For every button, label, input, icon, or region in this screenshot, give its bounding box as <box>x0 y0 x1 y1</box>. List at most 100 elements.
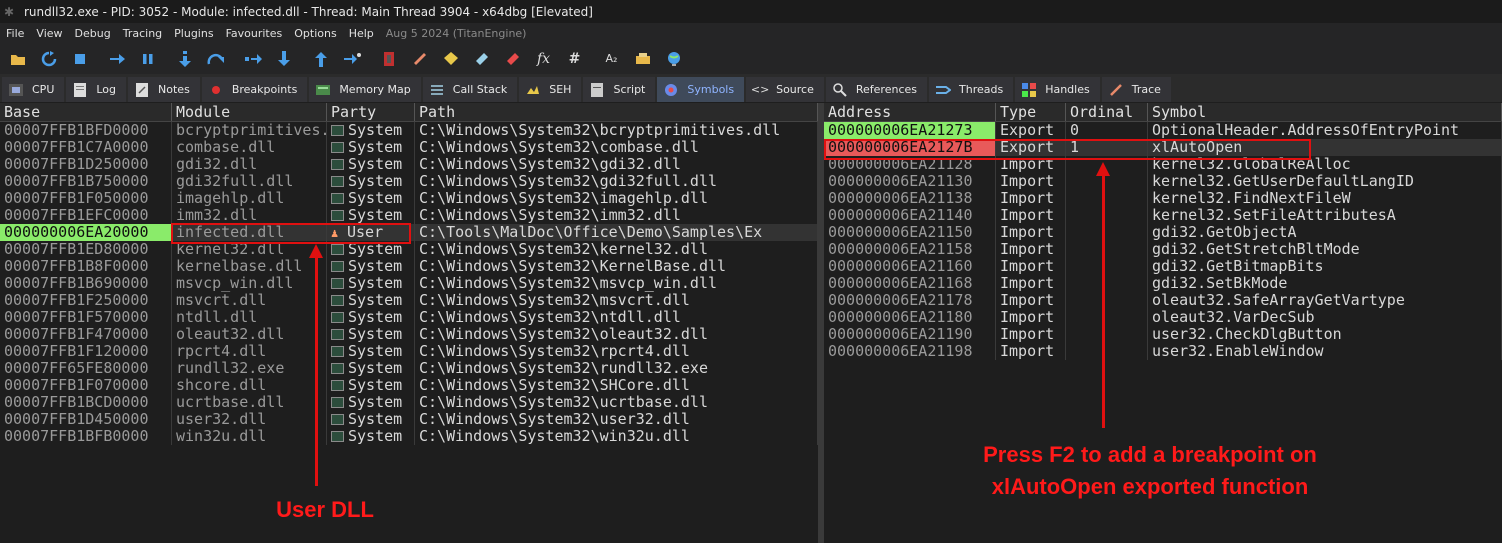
tab-handles[interactable]: Handles <box>1015 77 1100 102</box>
tab-notes[interactable]: Notes <box>128 77 200 102</box>
tab-call-stack[interactable]: Call Stack <box>422 77 518 102</box>
symbol-cell: OptionalHeader.AddressOfEntryPoint <box>1148 122 1502 139</box>
symbol-cell: gdi32.GetBitmapBits <box>1148 258 1502 275</box>
table-row[interactable]: 00007FFB1D450000 user32.dll System C:\Windo… <box>0 411 818 428</box>
table-row[interactable]: 00007FFB1B750000 gdi32full.dll System C:\Wi… <box>0 173 818 190</box>
symbol-row[interactable]: 000000006EA21198 Import user32.EnableWindo… <box>824 343 1502 360</box>
column-base[interactable]: Base <box>0 103 172 121</box>
tab-trace-label: Trace <box>1131 83 1161 96</box>
selected-table-row[interactable]: 000000006EA20000 infected.dll ♟ User C:\Tool… <box>0 224 818 241</box>
symbol-cell: kernel32.GlobalReAlloc <box>1148 156 1502 173</box>
menu-options[interactable]: Options <box>288 27 342 40</box>
menu-debug[interactable]: Debug <box>69 27 117 40</box>
column-module[interactable]: Module <box>172 103 327 121</box>
menu-favourites[interactable]: Favourites <box>220 27 289 40</box>
tab-breakpoints[interactable]: Breakpoints <box>201 77 308 102</box>
column-symbol[interactable]: Symbol <box>1148 103 1502 121</box>
execute-till-return-icon[interactable] <box>309 47 332 70</box>
table-row[interactable]: 00007FFB1BFD0000bcryptprimitives.dll Syst… <box>0 122 818 139</box>
table-row[interactable]: 00007FFB1BCD0000 ucrtbase.dll System C:\Win… <box>0 394 818 411</box>
menu-file[interactable]: File <box>0 27 30 40</box>
symbol-row[interactable]: 000000006EA21158 Import gdi32.GetStretchBl… <box>824 241 1502 258</box>
selected-symbol-row[interactable]: 000000006EA2127B Export 1 xlAutoOpen <box>824 139 1502 156</box>
globe-icon[interactable] <box>662 47 685 70</box>
column-type[interactable]: Type <box>996 103 1066 121</box>
column-path[interactable]: Path <box>415 103 818 121</box>
symbol-row[interactable]: 000000006EA21150 Import gdi32.GetObjectA <box>824 224 1502 241</box>
table-row[interactable]: 00007FFB1C7A0000 combase.dll System C:\Wind… <box>0 139 818 156</box>
tab-trace[interactable]: Trace <box>1101 77 1171 102</box>
run-icon[interactable] <box>105 47 128 70</box>
party-label: System <box>348 139 403 156</box>
tab-log[interactable]: Log <box>66 77 127 102</box>
symbol-row[interactable]: 000000006EA21138 Import kernel32.FindNextF… <box>824 190 1502 207</box>
run-to-user-code-icon[interactable] <box>340 47 363 70</box>
symbol-row[interactable]: 000000006EA21130 Import kernel32.GetUserDe… <box>824 173 1502 190</box>
menu-tracing[interactable]: Tracing <box>117 27 168 40</box>
build-info: Aug 5 2024 (TitanEngine) <box>385 26 527 40</box>
open-icon[interactable] <box>6 47 29 70</box>
table-row[interactable]: 00007FFB1F470000 oleaut32.dll System C:\Win… <box>0 326 818 343</box>
menu-view[interactable]: View <box>30 27 68 40</box>
patch-icon[interactable] <box>408 47 431 70</box>
memory-map-icon <box>315 83 331 97</box>
table-row[interactable]: 00007FFB1B690000 msvcp_win.dll System C:\Wi… <box>0 275 818 292</box>
symbol-row[interactable]: 000000006EA21190 Import user32.CheckDlgBut… <box>824 326 1502 343</box>
column-party[interactable]: Party <box>327 103 415 121</box>
symbol-row[interactable]: 000000006EA21273 Export 0 OptionalHeader.Ad… <box>824 122 1502 139</box>
symbol-row[interactable]: 000000006EA21180 Import oleaut32.VarDecSub <box>824 309 1502 326</box>
step-into-icon[interactable] <box>173 47 196 70</box>
stop-icon[interactable] <box>68 47 91 70</box>
strings-icon[interactable]: A₂ <box>600 47 623 70</box>
table-row[interactable]: 00007FFB1F250000 msvcrt.dll System C:\Windo… <box>0 292 818 309</box>
table-row[interactable]: 00007FFB1B8F0000 kernelbase.dll System C:\W… <box>0 258 818 275</box>
step-over-icon[interactable] <box>204 47 227 70</box>
table-row[interactable]: 00007FFB1ED80000 kernel32.dll System C:\Win… <box>0 241 818 258</box>
column-ordinal[interactable]: Ordinal <box>1066 103 1148 121</box>
menu-plugins[interactable]: Plugins <box>168 27 219 40</box>
bookmarks-icon[interactable] <box>501 47 524 70</box>
symbol-row[interactable]: 000000006EA21128 Import kernel32.GlobalReA… <box>824 156 1502 173</box>
menu-help[interactable]: Help <box>343 27 380 40</box>
table-row[interactable]: 00007FFB1F050000 imagehlp.dll System C:\Win… <box>0 190 818 207</box>
restart-icon[interactable] <box>37 47 60 70</box>
tab-symbols[interactable]: Symbols <box>657 77 745 102</box>
symbol-row[interactable]: 000000006EA21178 Import oleaut32.SafeArray… <box>824 292 1502 309</box>
labels-icon[interactable] <box>470 47 493 70</box>
module-cell: win32u.dll <box>172 428 327 445</box>
symbol-row[interactable]: 000000006EA21160 Import gdi32.GetBitmapBit… <box>824 258 1502 275</box>
tab-seh[interactable]: SEH <box>519 77 582 102</box>
symbol-cell: kernel32.SetFileAttributesA <box>1148 207 1502 224</box>
functions-icon[interactable]: fx <box>532 47 555 70</box>
address-cell: 000000006EA21190 <box>824 326 996 343</box>
column-address[interactable]: Address <box>824 103 996 121</box>
table-row[interactable]: 00007FFB1F570000 ntdll.dll System C:\Window… <box>0 309 818 326</box>
table-row[interactable]: 00007FFB1D250000 gdi32.dll System C:\Window… <box>0 156 818 173</box>
tab-threads[interactable]: Threads <box>929 77 1014 102</box>
system-icon <box>331 125 344 136</box>
trace-into-icon[interactable] <box>241 47 264 70</box>
symbol-row[interactable]: 000000006EA21168 Import gdi32.SetBkMode <box>824 275 1502 292</box>
tab-references[interactable]: References <box>825 77 927 102</box>
table-row[interactable]: 00007FFB1F120000 rpcrt4.dll System C:\Windo… <box>0 343 818 360</box>
party-label: System <box>348 173 403 190</box>
scylla-icon[interactable] <box>377 47 400 70</box>
table-row[interactable]: 00007FFB1F070000 shcore.dll System C:\Windo… <box>0 377 818 394</box>
tab-source[interactable]: <> Source <box>746 77 824 102</box>
pause-icon[interactable] <box>136 47 159 70</box>
symbol-row[interactable]: 000000006EA21140 Import kernel32.SetFileAt… <box>824 207 1502 224</box>
comments-icon[interactable] <box>439 47 462 70</box>
table-row[interactable]: 00007FFB1BFB0000 win32u.dll System C:\Windo… <box>0 428 818 445</box>
module-cell: gdi32full.dll <box>172 173 327 190</box>
table-row[interactable]: 00007FFB1EFC0000 imm32.dll System C:\Window… <box>0 207 818 224</box>
tab-cpu[interactable]: CPU <box>2 77 65 102</box>
path-cell: C:\Windows\System32\gdi32.dll <box>415 156 818 173</box>
trace-over-icon[interactable] <box>272 47 295 70</box>
hash-icon[interactable]: # <box>563 47 586 70</box>
party-cell: System <box>327 156 415 173</box>
tab-script[interactable]: Script <box>583 77 656 102</box>
table-row[interactable]: 00007FF65FE80000 rundll32.exe System C:\Win… <box>0 360 818 377</box>
tab-memory-map[interactable]: Memory Map <box>309 77 421 102</box>
titanengine-icon[interactable] <box>631 47 654 70</box>
base-cell: 00007FFB1BCD0000 <box>0 394 172 411</box>
